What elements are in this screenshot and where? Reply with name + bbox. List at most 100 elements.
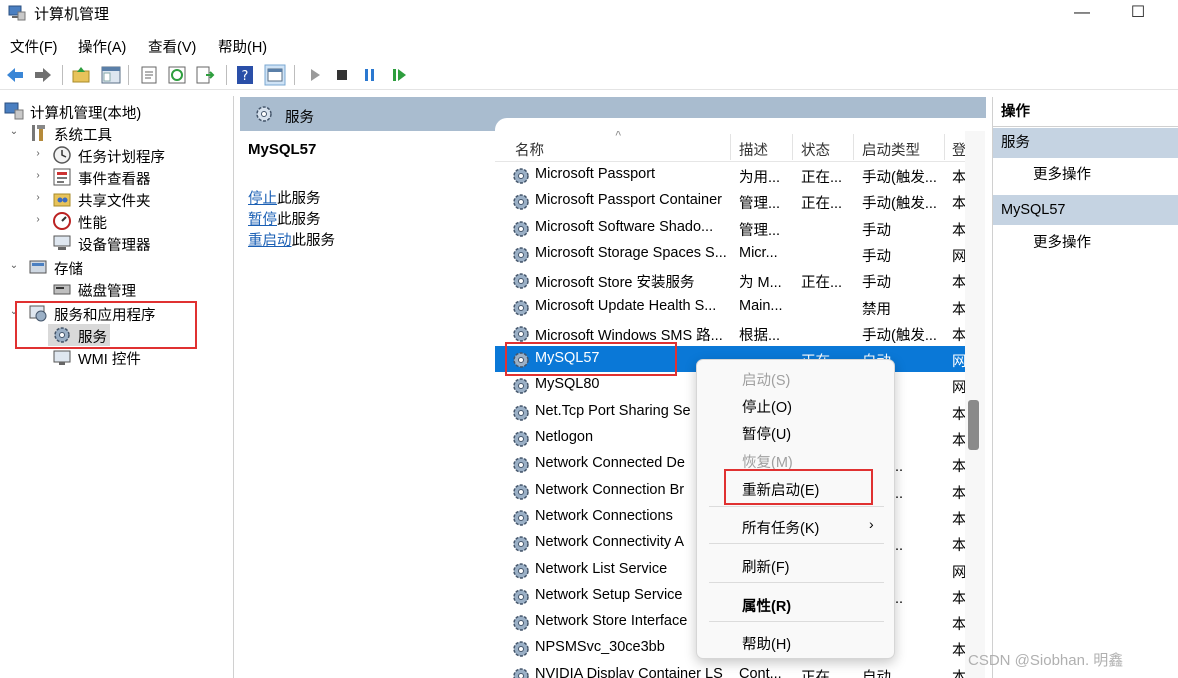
column-separator[interactable] bbox=[853, 134, 854, 160]
menu-item-pause[interactable]: 暂停(U) bbox=[742, 423, 791, 444]
gear-icon bbox=[511, 298, 531, 318]
table-row[interactable]: Microsoft Software Shado... 管理... 手动 本 bbox=[495, 215, 965, 241]
service-description: 管理... bbox=[739, 222, 781, 239]
column-startup-type[interactable]: 启动类型 bbox=[862, 139, 920, 160]
menu-item-stop[interactable]: 停止(O) bbox=[742, 396, 792, 417]
start-service-icon[interactable] bbox=[304, 64, 326, 86]
forward-arrow-icon[interactable] bbox=[32, 64, 54, 86]
menu-help[interactable]: 帮助(H) bbox=[218, 36, 267, 57]
scrollbar-thumb[interactable] bbox=[968, 400, 979, 450]
service-startup-type: 手动 bbox=[862, 248, 891, 265]
table-row[interactable]: Microsoft Passport 为用... 正在... 手动(触发... 本 bbox=[495, 162, 965, 188]
gear-icon bbox=[511, 271, 531, 291]
service-logon: 本 bbox=[952, 433, 965, 449]
show-hide-tree-icon[interactable] bbox=[100, 64, 122, 86]
service-detail-pane: MySQL57 停止此服务 暂停此服务 重启动此服务 bbox=[240, 131, 495, 678]
pause-service-icon[interactable] bbox=[359, 64, 381, 86]
highlight-box bbox=[724, 469, 873, 505]
menu-separator bbox=[709, 543, 884, 544]
service-startup-type: 手动 bbox=[862, 275, 891, 292]
service-logon: 网 bbox=[952, 354, 965, 371]
service-logon: 本 bbox=[952, 170, 965, 186]
menu-bar: 文件(F) 操作(A) 查看(V) 帮助(H) bbox=[0, 33, 1178, 57]
restart-link[interactable]: 重启动 bbox=[248, 233, 292, 249]
more-actions-services[interactable]: 更多操作 bbox=[1033, 163, 1091, 184]
menu-item-all-tasks[interactable]: 所有任务(K) bbox=[742, 517, 819, 538]
menu-item-start[interactable]: 启动(S) bbox=[742, 369, 790, 390]
restart-service-icon[interactable] bbox=[388, 64, 410, 86]
chevron-right-icon[interactable]: › bbox=[32, 214, 44, 225]
column-status[interactable]: 状态 bbox=[801, 139, 830, 160]
chevron-down-icon[interactable]: ⌄ bbox=[8, 260, 20, 271]
actions-group-services[interactable]: 服务 bbox=[993, 128, 1178, 158]
context-menu: 启动(S) 停止(O) 暂停(U) 恢复(M) 重新启动(E) 所有任务(K) … bbox=[696, 359, 895, 659]
event-viewer-icon bbox=[53, 168, 71, 186]
service-startup-type: 自动 bbox=[862, 669, 891, 678]
column-separator[interactable] bbox=[792, 134, 793, 160]
service-description: Cont... bbox=[739, 665, 782, 678]
service-startup-type: 手动(触发... bbox=[862, 196, 937, 213]
stop-service-icon[interactable] bbox=[331, 64, 353, 86]
submenu-arrow-icon: › bbox=[869, 516, 874, 532]
service-logon: 本 bbox=[952, 275, 965, 292]
chevron-down-icon[interactable]: ⌄ bbox=[8, 126, 20, 137]
export-list-icon[interactable] bbox=[194, 64, 216, 86]
stop-link[interactable]: 停止 bbox=[248, 191, 277, 207]
table-row[interactable]: Microsoft Storage Spaces S... Micr... 手动 网 bbox=[495, 241, 965, 267]
menu-item-refresh[interactable]: 刷新(F) bbox=[742, 556, 790, 577]
service-description: 根据... bbox=[739, 327, 781, 344]
show-action-pane-icon[interactable] bbox=[264, 64, 286, 86]
column-separator[interactable] bbox=[944, 134, 945, 160]
gear-icon bbox=[511, 613, 531, 633]
help-icon[interactable]: ? bbox=[234, 64, 256, 86]
service-status: 正在... bbox=[801, 275, 843, 292]
service-name: NVIDIA Display Container LS bbox=[535, 665, 723, 678]
service-logon: 网 bbox=[952, 380, 965, 397]
pause-service-action: 暂停此服务 bbox=[248, 212, 321, 228]
menu-item-help[interactable]: 帮助(H) bbox=[742, 633, 791, 654]
menu-view[interactable]: 查看(V) bbox=[148, 36, 196, 57]
table-row[interactable]: Microsoft Update Health S... Main... 禁用 本 bbox=[495, 294, 965, 320]
service-status: 正在... bbox=[801, 170, 843, 186]
properties-icon[interactable] bbox=[138, 64, 160, 86]
column-separator[interactable] bbox=[730, 134, 731, 160]
gear-icon bbox=[511, 508, 531, 528]
column-description[interactable]: 描述 bbox=[739, 139, 768, 160]
panel-title: 服务 bbox=[285, 110, 314, 126]
menu-item-properties[interactable]: 属性(R) bbox=[742, 595, 791, 616]
chevron-right-icon[interactable]: › bbox=[32, 148, 44, 159]
up-folder-icon[interactable] bbox=[70, 64, 92, 86]
service-startup-type: 手动 bbox=[862, 222, 891, 239]
maximize-button[interactable]: ☐ bbox=[1118, 2, 1158, 24]
table-row[interactable]: Microsoft Passport Container 管理... 正在... 手动… bbox=[495, 188, 965, 214]
service-logon: 网 bbox=[952, 248, 965, 265]
more-actions-mysql57[interactable]: 更多操作 bbox=[1033, 231, 1091, 252]
service-logon: 本 bbox=[952, 327, 965, 344]
chevron-right-icon[interactable]: › bbox=[32, 170, 44, 181]
service-description: 管理... bbox=[739, 196, 781, 213]
gear-icon bbox=[511, 376, 531, 396]
column-name[interactable]: 名称 bbox=[515, 139, 544, 160]
highlight-box bbox=[505, 342, 677, 376]
refresh-icon[interactable] bbox=[166, 64, 188, 86]
service-startup-type: 禁用 bbox=[862, 301, 891, 318]
actions-group-mysql57[interactable]: MySQL57 bbox=[993, 195, 1178, 225]
gear-icon bbox=[511, 587, 531, 607]
minimize-button[interactable]: — bbox=[1062, 2, 1102, 24]
service-startup-type: 手动(触发... bbox=[862, 170, 937, 186]
actions-header: 操作 bbox=[993, 97, 1178, 127]
back-arrow-icon[interactable] bbox=[4, 64, 26, 86]
device-manager-icon bbox=[53, 235, 71, 250]
chevron-right-icon[interactable]: › bbox=[32, 192, 44, 203]
table-row[interactable]: NVIDIA Display Container LS Cont... 正在... 自… bbox=[495, 662, 965, 678]
gear-icon bbox=[511, 245, 531, 265]
menu-action[interactable]: 操作(A) bbox=[78, 36, 126, 57]
gear-icon bbox=[511, 166, 531, 186]
computer-management-icon bbox=[8, 5, 26, 21]
menu-file[interactable]: 文件(F) bbox=[10, 36, 58, 57]
toolbar-separator bbox=[62, 65, 63, 85]
watermark: CSDN @Siobhan. 明鑫 bbox=[968, 652, 1124, 669]
pause-link[interactable]: 暂停 bbox=[248, 212, 277, 228]
column-logon[interactable]: 登 bbox=[952, 139, 965, 160]
table-row[interactable]: Microsoft Store 安装服务 为 M... 正在... 手动 本 bbox=[495, 267, 965, 293]
